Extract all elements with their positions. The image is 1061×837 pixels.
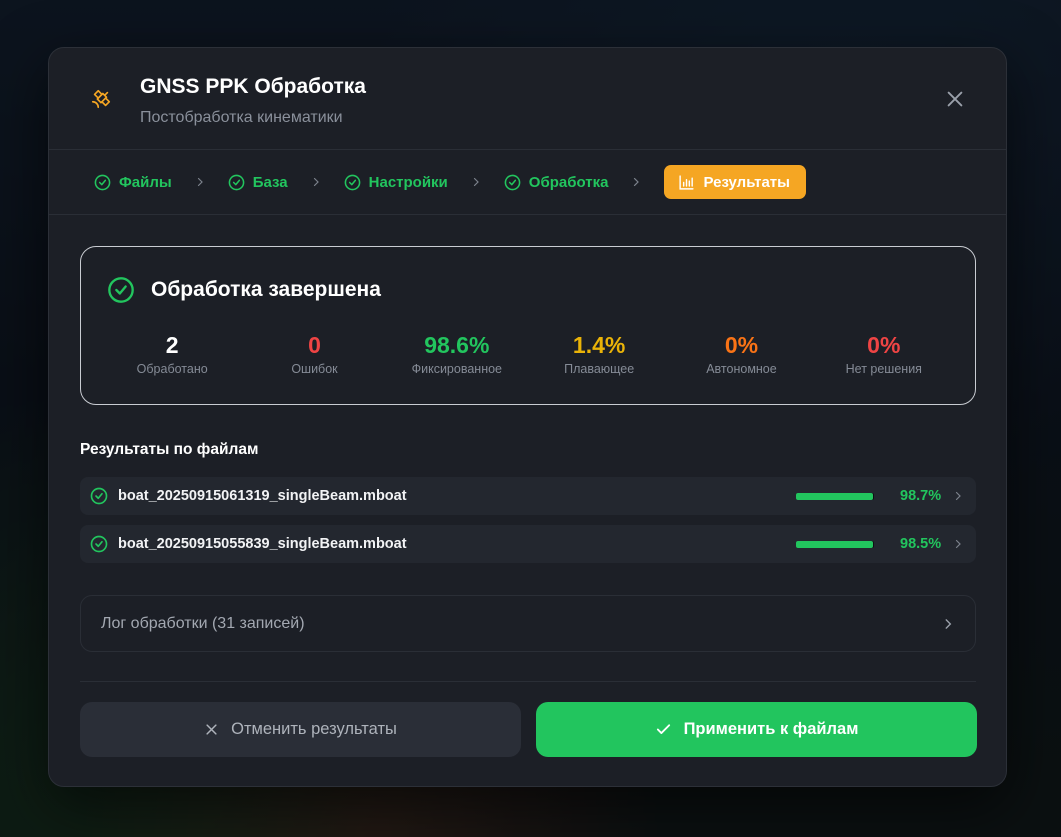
step-label: Настройки bbox=[368, 173, 448, 191]
chevron-right-icon bbox=[310, 176, 322, 188]
file-progress-bar bbox=[796, 492, 874, 500]
satellite-icon bbox=[91, 89, 111, 109]
check-circle-icon bbox=[90, 487, 108, 505]
bar-chart-icon bbox=[679, 174, 695, 190]
file-row[interactable]: boat_20250915055839_singleBeam.mboat 98.… bbox=[80, 525, 976, 563]
chevron-right-icon bbox=[194, 176, 206, 188]
step-files[interactable]: Файлы bbox=[94, 165, 172, 199]
step-processing[interactable]: Обработка bbox=[504, 165, 609, 199]
stat-label: Ошибок bbox=[291, 362, 338, 376]
step-label: Результаты bbox=[703, 173, 790, 191]
step-results[interactable]: Результаты bbox=[664, 165, 806, 199]
cancel-results-button[interactable]: Отменить результаты bbox=[80, 702, 521, 757]
processing-log-toggle[interactable]: Лог обработки (31 записей) bbox=[80, 595, 976, 652]
step-label: Обработка bbox=[528, 173, 609, 191]
stat-value: 0 bbox=[308, 332, 321, 358]
chevron-right-icon bbox=[630, 176, 642, 188]
close-icon[interactable] bbox=[944, 88, 966, 110]
stat-autonomous: 0% Автономное bbox=[670, 331, 812, 376]
apply-label: Применить к файлам bbox=[683, 720, 859, 738]
chevron-right-icon bbox=[470, 176, 482, 188]
file-row[interactable]: boat_20250915061319_singleBeam.mboat 98.… bbox=[80, 477, 976, 515]
step-base[interactable]: База bbox=[228, 165, 288, 199]
stats-row: 2 Обработано 0 Ошибок 98.6% Фиксированно… bbox=[101, 331, 955, 376]
footer-divider bbox=[80, 681, 976, 682]
check-circle-icon bbox=[108, 277, 134, 303]
log-label: Лог обработки (31 записей) bbox=[101, 614, 305, 632]
dialog-subtitle: Постобработка кинематики bbox=[140, 109, 343, 126]
check-circle-icon bbox=[504, 174, 521, 190]
stat-label: Обработано bbox=[136, 362, 208, 376]
summary-header: Обработка завершена bbox=[107, 276, 381, 304]
dialog-header: GNSS PPK Обработка Постобработка кинемат… bbox=[49, 48, 1006, 150]
chevron-right-icon bbox=[955, 539, 961, 549]
check-circle-icon bbox=[228, 174, 245, 190]
close-icon bbox=[206, 724, 217, 735]
stat-errors: 0 Ошибок bbox=[243, 331, 385, 376]
stat-value: 0% bbox=[867, 332, 901, 358]
chevron-right-icon bbox=[945, 618, 952, 629]
file-percent: 98.5% bbox=[900, 536, 942, 552]
stat-label: Фиксированное bbox=[411, 362, 503, 376]
stat-label: Нет решения bbox=[845, 362, 922, 376]
apply-to-files-button[interactable]: Применить к файлам bbox=[536, 702, 977, 757]
progress-fill bbox=[796, 540, 873, 548]
check-circle-icon bbox=[90, 535, 108, 553]
check-circle-icon bbox=[344, 174, 361, 190]
step-label: Файлы bbox=[119, 173, 172, 191]
summary-title: Обработка завершена bbox=[151, 278, 381, 301]
stat-float: 1.4% Плавающее bbox=[528, 331, 670, 376]
stat-value: 98.6% bbox=[424, 332, 490, 358]
stat-fixed: 98.6% Фиксированное bbox=[386, 331, 528, 376]
file-name: boat_20250915055839_singleBeam.mboat bbox=[118, 536, 407, 552]
file-percent: 98.7% bbox=[900, 488, 942, 504]
file-progress-bar bbox=[796, 540, 874, 548]
check-circle-icon bbox=[94, 174, 111, 190]
file-results-title: Результаты по файлам bbox=[80, 441, 259, 458]
chevron-right-icon bbox=[955, 491, 961, 501]
file-name: boat_20250915061319_singleBeam.mboat bbox=[118, 488, 407, 504]
step-label: База bbox=[252, 173, 288, 191]
stat-value: 2 bbox=[165, 332, 179, 358]
stat-value: 1.4% bbox=[572, 332, 626, 358]
dialog-title: GNSS PPK Обработка bbox=[140, 75, 366, 98]
stat-value: 0% bbox=[724, 332, 759, 358]
stat-label: Плавающее bbox=[564, 362, 635, 376]
step-settings[interactable]: Настройки bbox=[344, 165, 448, 199]
check-icon bbox=[656, 724, 670, 734]
summary-card: Обработка завершена 2 Обработано 0 Ошибо… bbox=[80, 246, 976, 405]
stat-no-solution: 0% Нет решения bbox=[813, 331, 955, 376]
progress-fill bbox=[796, 492, 873, 500]
ppk-dialog: GNSS PPK Обработка Постобработка кинемат… bbox=[48, 47, 1007, 787]
stat-processed: 2 Обработано bbox=[101, 331, 243, 376]
stat-label: Автономное bbox=[706, 362, 777, 376]
cancel-label: Отменить результаты bbox=[231, 720, 397, 738]
stepper: Файлы База Настройки Обработка Результат… bbox=[49, 150, 1006, 215]
